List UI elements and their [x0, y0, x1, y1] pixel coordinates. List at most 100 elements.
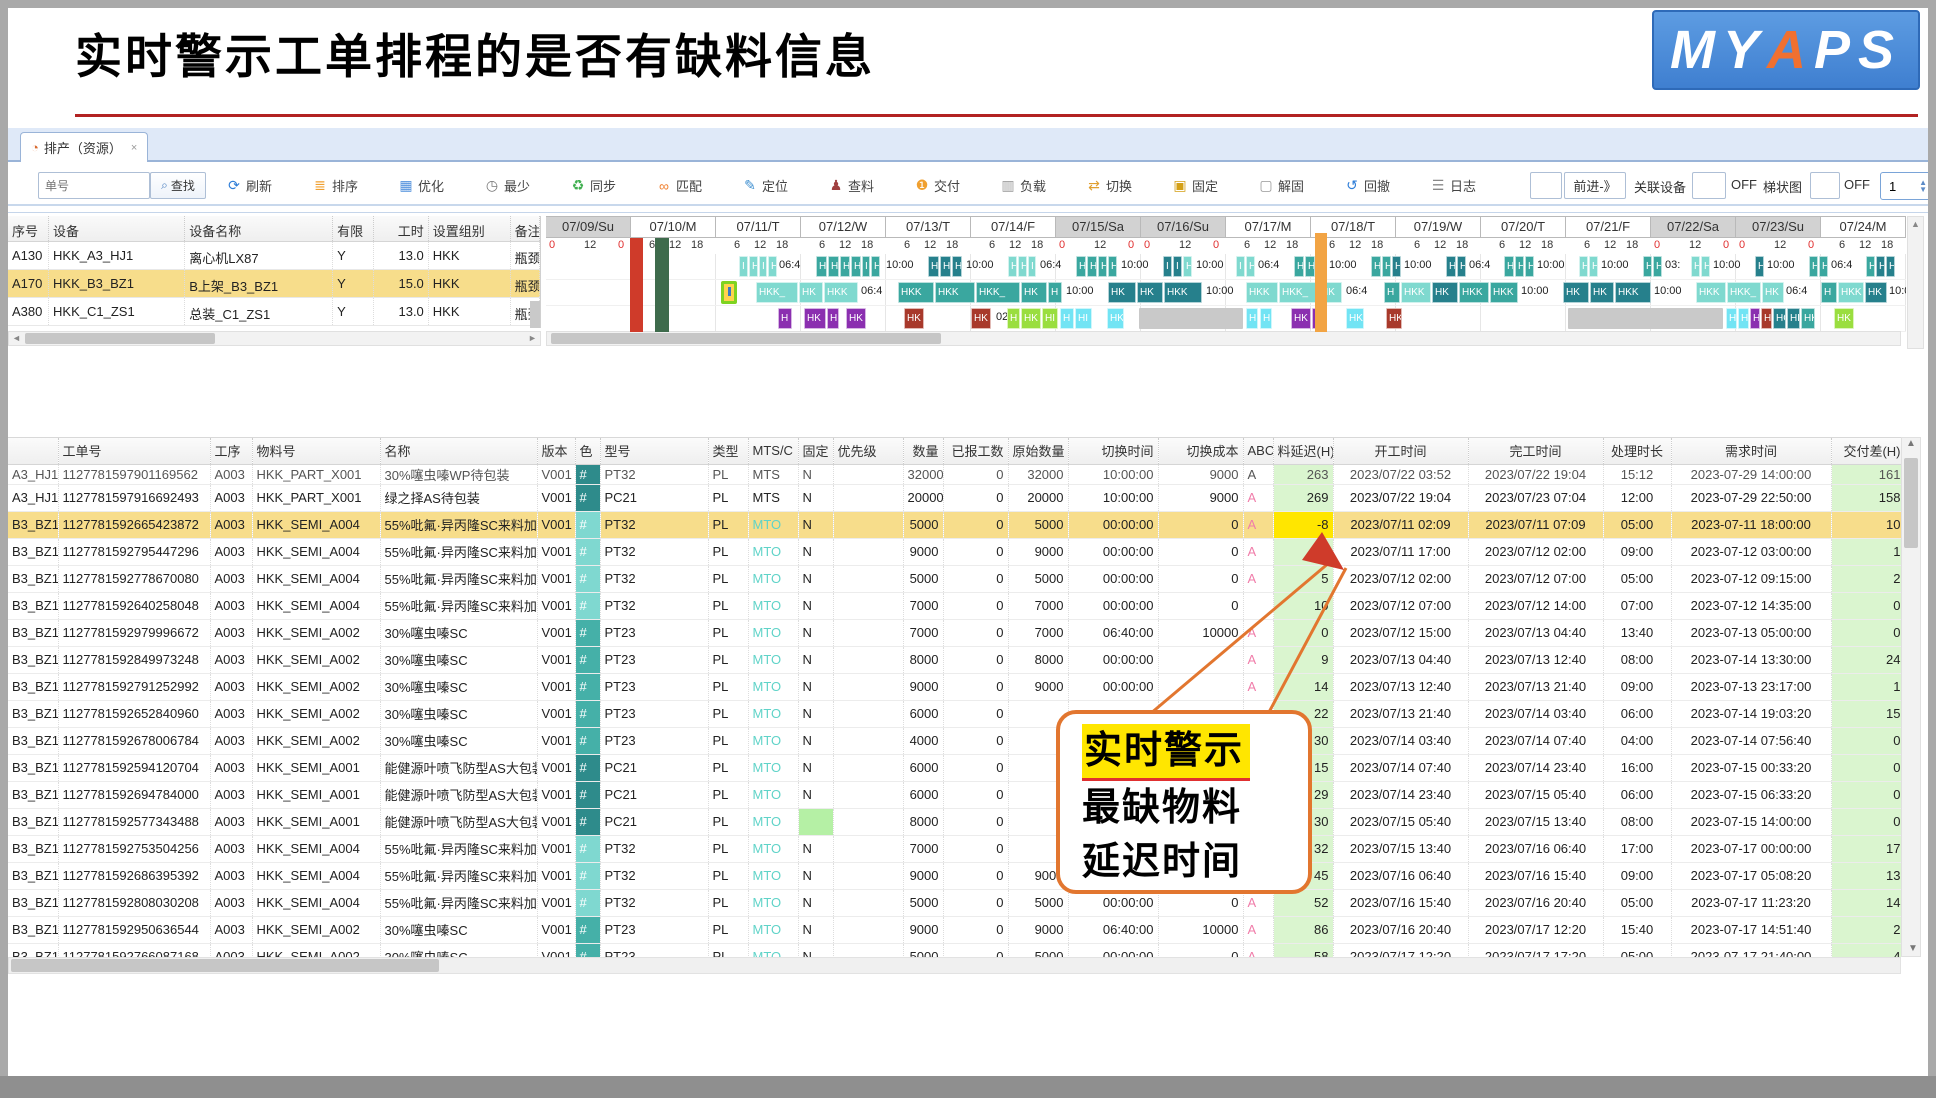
linked-device-state[interactable]: OFF — [1731, 177, 1757, 192]
table-row[interactable]: B3_BZ11127781592594120704A003HKK_SEMI_A0… — [8, 754, 1901, 781]
table-row[interactable]: B3_BZ11127781592753504256A003HKK_SEMI_A0… — [8, 835, 1901, 862]
gantt-task-bar[interactable]: I — [1236, 256, 1245, 277]
gantt-task-bar[interactable]: H — [1294, 256, 1304, 277]
gantt-task-bar[interactable]: H — [828, 256, 839, 277]
toolbar-button-刷新[interactable]: ⟳刷新 — [226, 172, 272, 199]
gantt-task-bar[interactable]: H — [1821, 282, 1837, 303]
tab-scheduling-resource[interactable]: ◔ 排产（资源） × — [20, 132, 148, 162]
table-row[interactable]: B3_BZ11127781592686395392A003HKK_SEMI_A0… — [8, 862, 1901, 889]
gantt-task-bar[interactable]: HI — [1042, 308, 1058, 329]
orders-col-header-需求时间[interactable]: 需求时间 — [1671, 438, 1831, 464]
gantt-task-bar[interactable]: H — [1446, 256, 1456, 277]
tab-close-icon[interactable]: × — [131, 142, 137, 154]
gantt-task-bar[interactable]: HK — [1590, 282, 1614, 303]
gantt-vscrollbar[interactable]: ▲ — [1907, 216, 1924, 349]
gantt-task-bar[interactable]: H — [928, 256, 939, 277]
gantt-task-bar[interactable]: HK — [1563, 282, 1589, 303]
gantt-task-bar[interactable]: I — [1028, 256, 1036, 277]
ladder-chart-state[interactable]: OFF — [1844, 177, 1870, 192]
gantt-task-bar[interactable]: HK — [1346, 308, 1364, 329]
orders-col-header-开工时间[interactable]: 开工时间 — [1333, 438, 1468, 464]
gantt-task-bar[interactable]: HKK — [1246, 282, 1278, 303]
gantt-task-bar[interactable]: HK — [1137, 282, 1163, 303]
table-row[interactable]: B3_BZ11127781592808030208A003HKK_SEMI_A0… — [8, 889, 1901, 916]
orders-col-header-ABC[interactable]: ABC — [1243, 438, 1273, 464]
gantt-task-bar[interactable]: I — [1173, 256, 1182, 277]
gantt-task-bar[interactable]: H — [1755, 256, 1764, 277]
gantt-task-bar[interactable]: H — [1382, 256, 1391, 277]
scroll-down-icon[interactable]: ▼ — [1908, 943, 1918, 954]
linked-device-input[interactable] — [1692, 172, 1726, 199]
gantt-task-bar[interactable]: HK — [1021, 282, 1047, 303]
gantt-task-bar[interactable]: HK — [1865, 282, 1887, 303]
toolbar-button-负载[interactable]: ▥负载 — [1000, 172, 1046, 199]
orders-col-header-完工时间[interactable]: 完工时间 — [1468, 438, 1603, 464]
gantt-task-bar[interactable]: I — [1163, 256, 1172, 277]
orders-vscroll-thumb[interactable] — [1904, 458, 1918, 548]
gantt-task-bar[interactable]: H — [749, 256, 758, 277]
orders-col-header-类型[interactable]: 类型 — [708, 438, 748, 464]
resource-col-header[interactable]: 设置组别 — [429, 216, 511, 241]
gantt-task-bar[interactable]: H — [1809, 256, 1818, 277]
gantt-task-bar[interactable]: H — [1819, 256, 1828, 277]
toolbar-button-定位[interactable]: ✎定位 — [742, 172, 788, 199]
table-row[interactable]: B3_BZ11127781592640258048A003HKK_SEMI_A0… — [8, 592, 1901, 619]
table-row[interactable]: B3_BZ11127781592577343488A003HKK_SEMI_A0… — [8, 808, 1901, 835]
table-row[interactable]: B3_BZ11127781592665423872A003HKK_SEMI_A0… — [8, 511, 1901, 538]
gantt-task-bar[interactable]: H — [1886, 256, 1895, 277]
toolbar-button-匹配[interactable]: ∞匹配 — [656, 172, 702, 199]
gantt-task-bar[interactable]: H — [871, 256, 880, 277]
orders-col-header-交付差(H)[interactable]: 交付差(H) — [1831, 438, 1901, 464]
gantt-task-bar[interactable]: HKK_ — [976, 282, 1020, 303]
gantt-task-bar[interactable]: H — [1076, 256, 1086, 277]
gantt-task-bar[interactable]: HK — [1801, 308, 1815, 329]
gantt-task-bar[interactable]: H — [1750, 308, 1760, 329]
gantt-task-bar[interactable]: H — [1384, 282, 1400, 303]
gantt-task-bar[interactable]: H — [1504, 256, 1514, 277]
gantt-downtime-block[interactable] — [1568, 308, 1723, 329]
gantt-task-bar[interactable]: HC — [1773, 308, 1786, 329]
orders-col-header-料延迟(H)[interactable]: 料延迟(H) — [1273, 438, 1333, 464]
gantt-task-bar[interactable]: H — [816, 256, 827, 277]
gantt-task-bar[interactable]: HKK — [824, 282, 858, 303]
resource-col-header[interactable]: 设备名称 — [185, 216, 333, 241]
gantt-task-bar[interactable]: HK — [1834, 308, 1854, 329]
gantt-task-bar[interactable]: HK — [804, 308, 826, 329]
gantt-task-bar[interactable]: H — [952, 256, 962, 277]
toolbar-button-交付[interactable]: ❶交付 — [914, 172, 960, 199]
resource-col-header[interactable]: 有限 — [333, 216, 374, 241]
table-row[interactable]: B3_BZ11127781592849973248A003HKK_SEMI_A0… — [8, 646, 1901, 673]
gantt-downtime-block[interactable] — [1139, 308, 1243, 329]
gantt-task-bar[interactable]: HK — [1386, 308, 1402, 329]
gantt-task-bar[interactable]: HKK — [1164, 282, 1202, 303]
resource-grid-vscroll-thumb[interactable] — [530, 301, 540, 328]
gantt-task-bar[interactable]: HK — [1432, 282, 1458, 303]
gantt-task-bar[interactable]: H — [1008, 256, 1017, 277]
orders-col-header-色[interactable]: 色 — [575, 438, 600, 464]
orders-col-header-工序[interactable]: 工序 — [210, 438, 252, 464]
gantt-task-bar[interactable]: H — [1183, 256, 1192, 277]
gantt-task-bar[interactable]: H — [1305, 256, 1315, 277]
gantt-task-bar[interactable]: H — [1260, 308, 1272, 329]
table-row[interactable]: A3_HJ11127781597916692493A003HKK_PART_X0… — [8, 484, 1901, 511]
resource-col-header[interactable]: 工时 — [374, 216, 429, 241]
gantt-task-bar[interactable]: HK — [1291, 308, 1311, 329]
scroll-right-icon[interactable]: ► — [525, 332, 540, 345]
orders-col-header-MTS/C[interactable]: MTS/C — [748, 438, 798, 464]
orders-col-header-型号[interactable]: 型号 — [600, 438, 708, 464]
table-row[interactable]: B3_BZ11127781592652840960A003HKK_SEMI_A0… — [8, 700, 1901, 727]
gantt-task-bar[interactable]: HKK — [1838, 282, 1864, 303]
scroll-left-icon[interactable]: ◄ — [9, 332, 24, 345]
table-row[interactable]: B3_BZ11127781592766087168A003HKK_SEMI_A0… — [8, 943, 1901, 957]
gantt-task-bar[interactable]: H — [1246, 256, 1255, 277]
table-row[interactable]: B3_BZ11127781592694784000A003HKK_SEMI_A0… — [8, 781, 1901, 808]
step-input[interactable] — [1530, 172, 1562, 199]
gantt-task-bar[interactable]: HK — [1762, 282, 1784, 303]
gantt-task-bar[interactable]: H — [1653, 256, 1662, 277]
gantt-hscrollbar[interactable] — [546, 331, 1901, 346]
gantt-task-bar[interactable]: H — [1018, 256, 1027, 277]
table-row[interactable]: B3_BZ11127781592979996672A003HKK_SEMI_A0… — [8, 619, 1901, 646]
gantt-task-bar[interactable]: H — [1048, 282, 1062, 303]
gantt-task-bar[interactable]: HKK — [1615, 282, 1651, 303]
gantt-task-bar[interactable]: H — [1876, 256, 1885, 277]
